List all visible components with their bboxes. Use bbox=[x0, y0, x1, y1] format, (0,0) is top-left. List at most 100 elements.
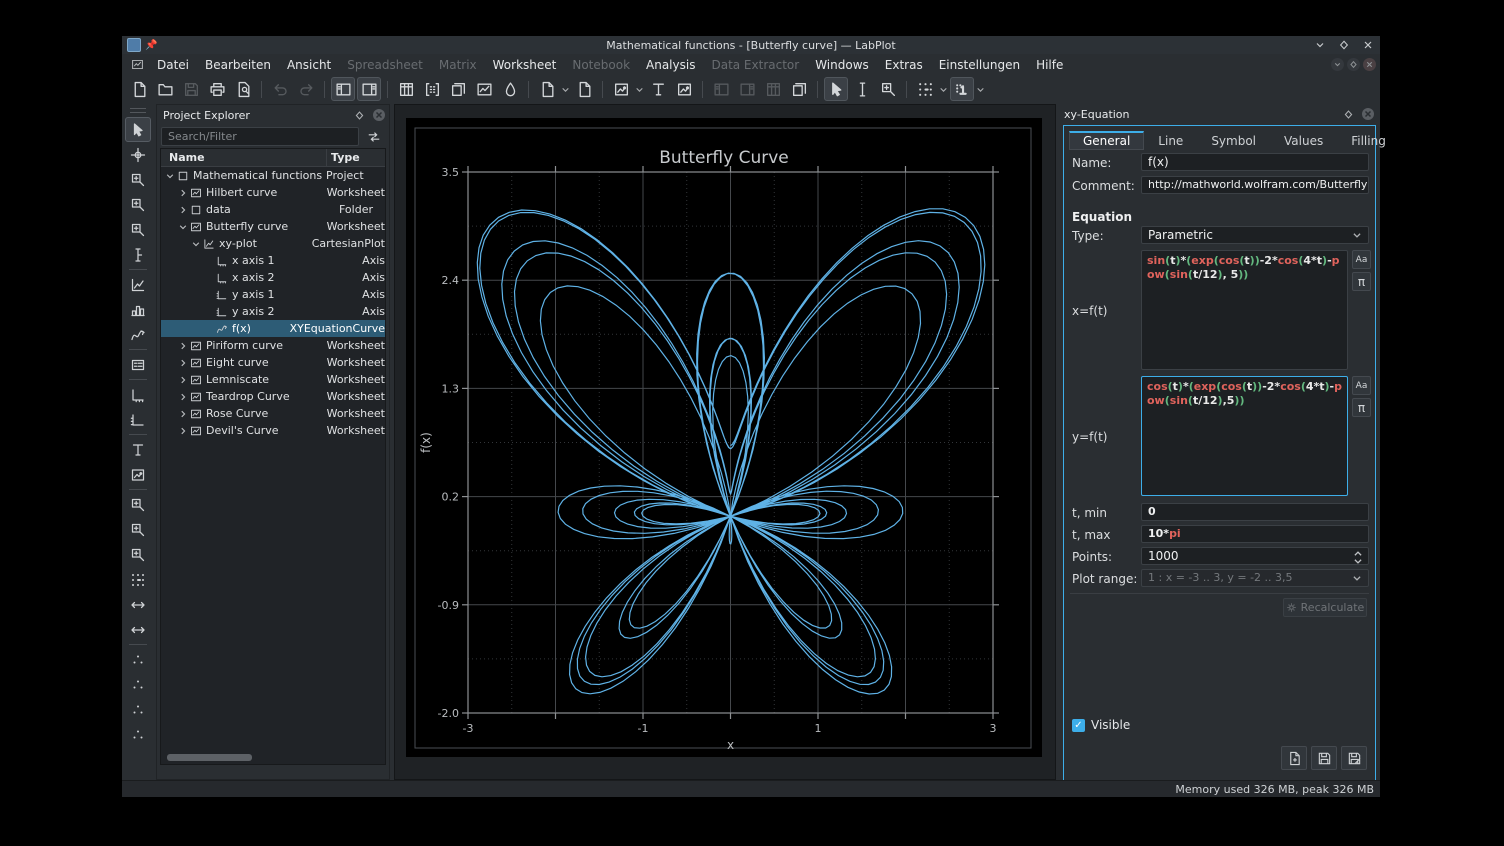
worksheet-page[interactable]: -3-1133.52.41.30.2-0.9-2.0xf(x) Butterfl… bbox=[406, 118, 1042, 757]
print-button[interactable] bbox=[205, 77, 229, 101]
zoom-y-select-tool-button[interactable] bbox=[125, 217, 151, 242]
chevron-down-icon[interactable] bbox=[561, 85, 570, 94]
subwindow-minimize-icon[interactable] bbox=[1331, 58, 1344, 71]
break-layout-button[interactable] bbox=[787, 77, 811, 101]
add-legend-button[interactable] bbox=[125, 352, 151, 377]
search-input[interactable] bbox=[161, 127, 359, 146]
shift-down-y-button[interactable] bbox=[125, 722, 151, 747]
text-format-button[interactable]: Aa bbox=[1352, 376, 1371, 395]
tab-values[interactable]: Values bbox=[1270, 131, 1337, 150]
load-template-button[interactable] bbox=[1281, 746, 1307, 770]
tree-row-eight-curve[interactable]: Eight curveWorksheet bbox=[161, 354, 385, 371]
tmin-field[interactable]: 0 bbox=[1141, 503, 1369, 521]
close-dock-icon[interactable] bbox=[1362, 108, 1374, 120]
cursor-tool-button[interactable] bbox=[125, 242, 151, 267]
float-dock-icon[interactable] bbox=[354, 110, 365, 121]
expander-icon[interactable] bbox=[178, 409, 188, 419]
tab-general[interactable]: General bbox=[1069, 131, 1144, 150]
tree-row-xy-plot[interactable]: xy-plotCartesianPlot bbox=[161, 235, 385, 252]
new-datapicker-button[interactable] bbox=[498, 77, 522, 101]
toggle-project-explorer-button[interactable] bbox=[331, 77, 355, 101]
close-dock-icon[interactable] bbox=[373, 109, 385, 121]
menu-ansicht[interactable]: Ansicht bbox=[279, 56, 339, 74]
add-histogram-button[interactable] bbox=[125, 297, 151, 322]
constants-button[interactable]: π bbox=[1352, 398, 1371, 417]
menu-extras[interactable]: Extras bbox=[877, 56, 931, 74]
horizontal-scrollbar[interactable] bbox=[167, 754, 252, 761]
expander-icon[interactable] bbox=[178, 358, 188, 368]
menu-einstellungen[interactable]: Einstellungen bbox=[931, 56, 1028, 74]
new-spreadsheet-button[interactable] bbox=[394, 77, 418, 101]
tree-row-y-axis-2[interactable]: y axis 2Axis bbox=[161, 303, 385, 320]
expander-icon[interactable] bbox=[178, 392, 188, 402]
select-tool-button[interactable] bbox=[824, 77, 848, 101]
tree-row-piriform-curve[interactable]: Piriform curveWorksheet bbox=[161, 337, 385, 354]
navigate-tool-button[interactable] bbox=[125, 142, 151, 167]
selection-region-tool-button[interactable] bbox=[876, 77, 900, 101]
chevron-down-icon[interactable] bbox=[939, 85, 948, 94]
toolbar-drag-handle[interactable] bbox=[130, 108, 146, 113]
menu-worksheet[interactable]: Worksheet bbox=[485, 56, 565, 74]
add-image-button[interactable] bbox=[672, 77, 696, 101]
auto-scale-all-button[interactable] bbox=[125, 567, 151, 592]
x-equation-field[interactable]: sin(t)*(exp(cos(t))-2*cos(4*t)-pow(sin(t… bbox=[1141, 250, 1348, 370]
tree-row-mathematical-functions[interactable]: Mathematical functionsProject bbox=[161, 167, 385, 184]
constants-button[interactable]: π bbox=[1352, 272, 1371, 291]
text-format-button[interactable]: Aa bbox=[1352, 250, 1371, 269]
add-text-label-button[interactable] bbox=[646, 77, 670, 101]
zoom-x-select-tool-button[interactable] bbox=[125, 192, 151, 217]
spin-down-icon[interactable] bbox=[1353, 556, 1363, 565]
expander-icon[interactable] bbox=[191, 239, 201, 249]
column-name[interactable]: Name bbox=[161, 149, 327, 166]
zoom-in-selection-button[interactable] bbox=[125, 492, 151, 517]
tree-row-devil-s-curve[interactable]: Devil's CurveWorksheet bbox=[161, 422, 385, 439]
tmax-field[interactable]: 10*pi bbox=[1141, 525, 1369, 543]
expander-icon[interactable] bbox=[165, 171, 175, 181]
zoom-fit-selection-button[interactable] bbox=[125, 542, 151, 567]
expander-icon[interactable] bbox=[178, 205, 188, 215]
auto-scale-y-button[interactable] bbox=[125, 617, 151, 642]
tree-row-x-axis-2[interactable]: x axis 2Axis bbox=[161, 269, 385, 286]
xy-plot[interactable]: -3-1133.52.41.30.2-0.9-2.0xf(x) bbox=[406, 118, 1042, 757]
expander-icon[interactable] bbox=[178, 222, 188, 232]
menu-windows[interactable]: Windows bbox=[807, 56, 877, 74]
add-text-label-button[interactable] bbox=[125, 437, 151, 462]
y-equation-field[interactable]: cos(t)*(exp(cos(t))-2*cos(4*t)-pow(sin(t… bbox=[1141, 376, 1348, 496]
import-data-button[interactable] bbox=[535, 77, 559, 101]
print-preview-button[interactable] bbox=[231, 77, 255, 101]
type-combobox[interactable]: Parametric bbox=[1141, 226, 1369, 244]
auto-scale-x-button[interactable] bbox=[125, 592, 151, 617]
expander-icon[interactable] bbox=[178, 341, 188, 351]
tree-row-data[interactable]: dataFolder bbox=[161, 201, 385, 218]
menu-hilfe[interactable]: Hilfe bbox=[1028, 56, 1071, 74]
tree-row-butterfly-curve[interactable]: Butterfly curveWorksheet bbox=[161, 218, 385, 235]
minimize-icon[interactable] bbox=[1314, 39, 1326, 51]
add-image-button[interactable] bbox=[125, 462, 151, 487]
tree-row-lemniscate[interactable]: LemniscateWorksheet bbox=[161, 371, 385, 388]
expander-icon[interactable] bbox=[178, 188, 188, 198]
comment-field[interactable]: http://mathworld.wolfram.com/ButterflyCu… bbox=[1141, 176, 1369, 194]
magnification-button[interactable] bbox=[913, 77, 937, 101]
open-project-button[interactable] bbox=[153, 77, 177, 101]
toggle-properties-explorer-button[interactable] bbox=[357, 77, 381, 101]
visible-checkbox[interactable]: ✓ Visible bbox=[1072, 718, 1130, 732]
save-template-button[interactable] bbox=[1311, 746, 1337, 770]
zoom-tool-button[interactable] bbox=[850, 77, 874, 101]
tree-row-hilbert-curve[interactable]: Hilbert curveWorksheet bbox=[161, 184, 385, 201]
new-workbook-button[interactable] bbox=[446, 77, 470, 101]
expander-icon[interactable] bbox=[204, 324, 214, 334]
expander-icon[interactable] bbox=[204, 273, 214, 283]
expander-icon[interactable] bbox=[204, 290, 214, 300]
expander-icon[interactable] bbox=[178, 426, 188, 436]
zoom-select-tool-button[interactable] bbox=[125, 167, 151, 192]
chevron-down-icon[interactable] bbox=[976, 85, 985, 94]
menu-datei[interactable]: Datei bbox=[149, 56, 197, 74]
points-spinbox[interactable]: 1000 bbox=[1141, 547, 1369, 565]
shift-left-x-button[interactable] bbox=[125, 647, 151, 672]
close-icon[interactable] bbox=[1362, 39, 1374, 51]
float-dock-icon[interactable] bbox=[1343, 109, 1354, 120]
add-axis-bottom-button[interactable] bbox=[125, 382, 151, 407]
menu-bearbeiten[interactable]: Bearbeiten bbox=[197, 56, 279, 74]
expander-icon[interactable] bbox=[178, 375, 188, 385]
subwindow-icon[interactable] bbox=[131, 58, 144, 71]
